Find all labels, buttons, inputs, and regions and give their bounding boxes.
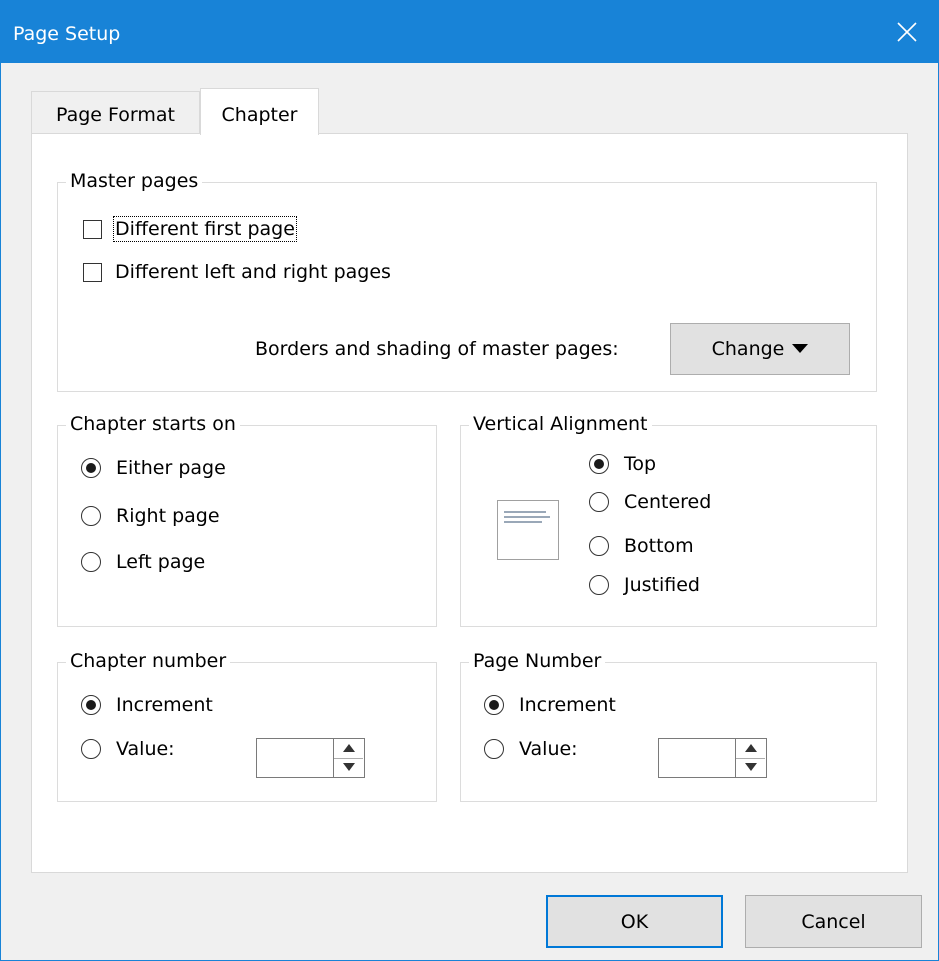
- radio-bottom[interactable]: Bottom: [589, 535, 694, 557]
- radio-left-page[interactable]: Left page: [81, 551, 205, 573]
- radio-button[interactable]: [484, 695, 504, 715]
- page-number-radio-value[interactable]: Value:: [484, 738, 578, 760]
- chapter-value-label: Value:: [116, 738, 175, 760]
- title-bar: Page Setup: [1, 1, 938, 63]
- radio-button[interactable]: [589, 536, 609, 556]
- master-pages-group: Master pages Different first page Differ…: [57, 169, 877, 392]
- chapter-tab-panel: Master pages Different first page Differ…: [31, 133, 908, 873]
- change-button-label: Change: [711, 338, 785, 360]
- borders-shading-label: Borders and shading of master pages:: [255, 338, 619, 360]
- different-first-page-label: Different first page: [113, 216, 297, 242]
- radio-top[interactable]: Top: [589, 453, 656, 475]
- radio-centered[interactable]: Centered: [589, 491, 711, 513]
- vertical-alignment-title: Vertical Alignment: [469, 412, 652, 436]
- chapter-number-radio-value[interactable]: Value:: [81, 738, 175, 760]
- cancel-button-label: Cancel: [801, 910, 866, 933]
- triangle-up-icon: [343, 744, 355, 752]
- radio-button[interactable]: [589, 575, 609, 595]
- triangle-down-icon: [343, 763, 355, 771]
- different-first-page-checkbox[interactable]: Different first page: [83, 216, 297, 242]
- radio-button[interactable]: [81, 695, 101, 715]
- radio-either-page[interactable]: Either page: [81, 457, 226, 479]
- different-left-right-label: Different left and right pages: [115, 261, 391, 283]
- radio-button[interactable]: [589, 454, 609, 474]
- different-left-right-checkbox[interactable]: Different left and right pages: [83, 261, 391, 283]
- tab-chapter[interactable]: Chapter: [200, 88, 319, 135]
- radio-left-page-label: Left page: [116, 551, 206, 573]
- chapter-starts-on-group: Chapter starts on Either page Right page…: [57, 412, 437, 627]
- chapter-number-title: Chapter number: [66, 649, 231, 673]
- close-icon: [897, 22, 917, 42]
- page-number-radio-increment[interactable]: Increment: [484, 694, 616, 716]
- stepper-up-button[interactable]: [736, 739, 765, 759]
- radio-button[interactable]: [484, 739, 504, 759]
- radio-either-page-label: Either page: [116, 457, 226, 479]
- master-pages-title: Master pages: [66, 169, 203, 193]
- radio-right-page-label: Right page: [116, 505, 220, 527]
- dropdown-arrow-icon: [792, 344, 809, 353]
- stepper-down-button[interactable]: [736, 758, 765, 777]
- chapter-increment-label: Increment: [116, 694, 213, 716]
- radio-bottom-label: Bottom: [624, 535, 694, 557]
- page-number-stepper[interactable]: [658, 738, 767, 778]
- radio-button[interactable]: [81, 458, 101, 478]
- stepper-up-button[interactable]: [334, 739, 363, 759]
- vertical-alignment-group: Vertical Alignment Top Centered Bottom J…: [460, 412, 877, 627]
- tab-page-format[interactable]: Page Format: [31, 91, 200, 133]
- radio-right-page[interactable]: Right page: [81, 505, 220, 527]
- chapter-number-stepper[interactable]: [256, 738, 365, 778]
- triangle-up-icon: [745, 744, 757, 752]
- triangle-down-icon: [745, 763, 757, 771]
- radio-top-label: Top: [624, 453, 657, 475]
- radio-button[interactable]: [81, 739, 101, 759]
- page-value-label: Value:: [519, 738, 578, 760]
- close-button[interactable]: [876, 1, 938, 63]
- checkbox-box[interactable]: [83, 219, 102, 239]
- radio-justified[interactable]: Justified: [589, 574, 700, 596]
- radio-button[interactable]: [81, 552, 101, 572]
- stepper-buttons: [334, 738, 365, 778]
- stepper-down-button[interactable]: [334, 758, 363, 777]
- page-number-title: Page Number: [469, 649, 606, 673]
- cancel-button[interactable]: Cancel: [745, 895, 922, 948]
- page-number-value-field[interactable]: [658, 738, 736, 778]
- ok-button[interactable]: OK: [546, 895, 723, 948]
- stepper-buttons: [736, 738, 767, 778]
- page-preview-icon: [497, 500, 559, 560]
- change-button[interactable]: Change: [670, 323, 850, 375]
- radio-button[interactable]: [589, 492, 609, 512]
- chapter-number-value-field[interactable]: [256, 738, 334, 778]
- radio-button[interactable]: [81, 506, 101, 526]
- chapter-starts-on-title: Chapter starts on: [66, 412, 240, 436]
- radio-centered-label: Centered: [624, 491, 712, 513]
- chapter-number-group: Chapter number Increment Value:: [57, 649, 437, 802]
- page-setup-dialog: Page Setup Page Format Chapter Master pa…: [0, 0, 939, 961]
- ok-button-label: OK: [620, 910, 649, 933]
- radio-justified-label: Justified: [624, 574, 700, 596]
- page-number-group: Page Number Increment Value:: [460, 649, 877, 802]
- chapter-number-radio-increment[interactable]: Increment: [81, 694, 213, 716]
- checkbox-box[interactable]: [83, 262, 102, 282]
- page-increment-label: Increment: [519, 694, 616, 716]
- window-title: Page Setup: [13, 23, 121, 45]
